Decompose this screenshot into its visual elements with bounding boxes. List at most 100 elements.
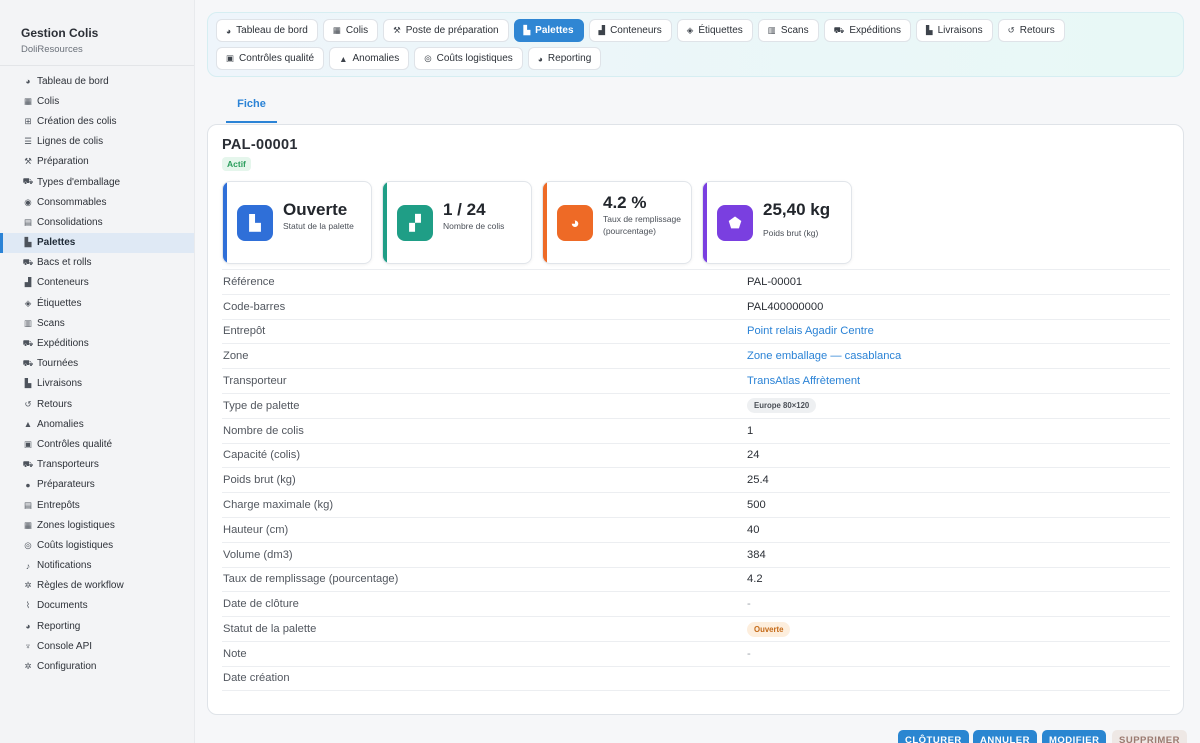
sidebar-item-label: Scans [37,317,65,329]
modifier-button[interactable]: MODIFIER [1042,730,1107,743]
sidebar-item-reporting[interactable]: ◕ Reporting [0,616,194,636]
warehouse-icon: ▤ [23,499,33,510]
sidebar-item-label: Conteneurs [37,277,89,289]
sidebar-item-anomalies[interactable]: ▲ Anomalies [0,414,194,434]
cloturer-button[interactable]: CLÔTURER [898,730,969,743]
sidebar-item-label: Coûts logistiques [37,539,114,551]
record-title: PAL-00001 [222,137,298,153]
tags-icon: ◈ [686,25,694,35]
tab-label: Poste de préparation [405,25,499,36]
sidebar-item-tournees[interactable]: ⛟ Tournées [0,354,194,374]
sidebar-item-retours[interactable]: ↺ Retours [0,394,194,414]
sidebar-item-label: Configuration [37,661,97,673]
shipping-fast-icon: ⛟ [833,24,845,35]
sidebar-item-livraisons[interactable]: ▙ Livraisons [0,374,194,394]
detail-value: - [747,598,751,611]
tab-controles-qualite[interactable]: ▣ Contrôles qualité [216,47,325,70]
sidebar-item-bacs-et-rolls[interactable]: ⛟ Bacs et rolls [0,253,194,273]
barcode-icon: ▥ [767,25,776,35]
boxes-stacked-icon: ▤ [23,216,33,227]
detail-row-code-barres: Code-barres PAL400000000 [222,293,1170,319]
tab-palettes[interactable]: ▙ Palettes [513,19,584,42]
detail-value: Europe 80×120 [747,398,817,414]
clipboard-check-icon: ▣ [226,53,235,63]
sidebar-item-colis[interactable]: ▦ Colis [0,91,194,111]
supprimer-button[interactable]: SUPPRIMER [1112,730,1187,743]
tab-fiche[interactable]: Fiche [226,92,277,123]
detail-label: Volume (dm3) [223,548,293,561]
sidebar-item-label: Transporteurs [37,459,99,471]
sidebar-item-expeditions[interactable]: ⛟ Expéditions [0,333,194,353]
tab-label: Conteneurs [610,25,662,36]
sidebar-item-consommables[interactable]: ◉ Consommables [0,192,194,212]
detail-label: Taux de remplissage (pourcentage) [223,573,399,586]
detail-link[interactable]: Point relais Agadir Centre [747,325,874,337]
sidebar-item-tableau-de-bord[interactable]: ◕ Tableau de bord [0,71,194,91]
sidebar-item-scans[interactable]: ▥ Scans [0,313,194,333]
sidebar-item-preparateurs[interactable]: ● Préparateurs [0,475,194,495]
tab-label: Expéditions [849,25,902,36]
module-tabs-row-2: ▣ Contrôles qualité ▲ Anomalies ◎ Coûts logis… [216,47,602,70]
sidebar-item-documents[interactable]: ⌇ Documents [0,596,194,616]
tab-colis[interactable]: ▦ Colis [322,19,379,42]
status-badge: Ouverte [747,621,791,637]
annuler-button[interactable]: ANNULER [973,730,1037,743]
detail-row-transporteur: Transporteur TransAtlas Affrètement [222,368,1170,393]
tab-retours[interactable]: ↺ Retours [997,19,1065,42]
sidebar-item-console-api[interactable]: ♆ Console API [0,636,194,656]
sidebar-item-types-d-emballage[interactable]: ⛟ Types d'emballage [0,172,194,192]
detail-link[interactable]: Zone emballage — casablanca [747,350,901,362]
sidebar-item-label: Palettes [37,237,76,249]
dolly-flatbed-icon: ⛟ [22,256,34,267]
brand-subtitle: DoliResources [21,44,83,55]
sidebar-item-label: Tournées [37,358,79,370]
sidebar-item-label: Documents [37,600,88,612]
sidebar-item-zones-logistiques[interactable]: ▦ Zones logistiques [0,515,194,535]
detail-label: Capacité (colis) [223,449,301,462]
sidebar-item-conteneurs[interactable]: ▟ Conteneurs [0,273,194,293]
sidebar-item-consolidations[interactable]: ▤ Consolidations [0,212,194,232]
kpi-label: Statut de la palette [283,221,354,231]
detail-link[interactable]: TransAtlas Affrètement [747,375,860,387]
sidebar-item-preparation[interactable]: ⚒ Préparation [0,152,194,172]
tab-conteneurs[interactable]: ▟ Conteneurs [588,19,672,42]
tab-scans[interactable]: ▥ Scans [757,19,819,42]
weight-icon: ⬟ [717,205,753,241]
tab-etiquettes[interactable]: ◈ Étiquettes [676,19,753,42]
sidebar-item-label: Règles de workflow [37,580,124,592]
tab-anomalies[interactable]: ▲ Anomalies [329,47,410,70]
sidebar-item-etiquettes[interactable]: ◈ Étiquettes [0,293,194,313]
sidebar-item-entrepots[interactable]: ▤ Entrepôts [0,495,194,515]
plus-square-icon: ⊞ [24,115,32,126]
kpi-value: 4.2 % [603,193,647,212]
tab-couts-logistiques[interactable]: ◎ Coûts logistiques [414,47,523,70]
sidebar-item-palettes[interactable]: ▙ Palettes [0,232,194,253]
pallet-icon: ▙ [523,25,531,35]
sidebar-item-label: Préparateurs [37,479,95,491]
tab-livraisons[interactable]: ▙ Livraisons [916,19,993,42]
sidebar-item-regles-de-workflow[interactable]: ✲ Règles de workflow [0,576,194,596]
detail-label: Transporteur [223,375,287,388]
detail-row-statut-de-la-palette: Statut de la palette Ouverte [222,616,1170,641]
users-gear-icon: ● [25,479,31,490]
sidebar-item-label: Création des colis [37,115,117,127]
tab-label: Scans [780,25,809,36]
sidebar-item-notifications[interactable]: ♪ Notifications [0,556,194,576]
sidebar-item-transporteurs[interactable]: ⛟ Transporteurs [0,455,194,475]
sidebar-item-controles-qualite[interactable]: ▣ Contrôles qualité [0,434,194,454]
sidebar-item-lignes-de-colis[interactable]: ☰ Lignes de colis [0,132,194,152]
tab-reporting[interactable]: ◕ Reporting [527,47,602,70]
detail-label: Date création [223,672,290,685]
detail-value: - [747,647,751,660]
kpi-value: Ouverte [283,200,348,219]
tab-tableau-de-bord[interactable]: ◕ Tableau de bord [216,19,318,42]
sidebar-item-couts-logistiques[interactable]: ◎ Coûts logistiques [0,535,194,555]
sidebar-item-configuration[interactable]: ✲ Configuration [0,656,194,676]
tab-poste-de-preparation[interactable]: ⚒ Poste de préparation [383,19,509,42]
grid-icon: ▦ [23,519,33,530]
tab-label: Livraisons [937,25,983,36]
sidebar-item-creation-des-colis[interactable]: ⊞ Création des colis [0,111,194,131]
detail-label: Entrepôt [223,325,266,338]
plug-icon: ♆ [24,641,32,652]
tab-expeditions[interactable]: ⛟ Expéditions [823,19,912,42]
